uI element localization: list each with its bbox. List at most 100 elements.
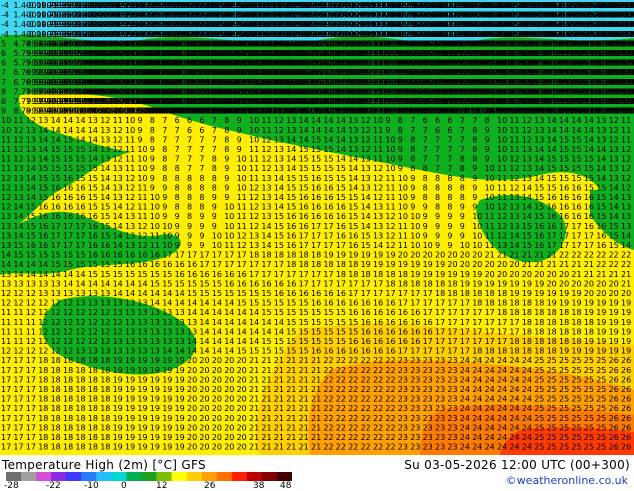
grid-temperature-value: 19 <box>609 337 619 346</box>
grid-temperature-value: 24 <box>509 375 519 384</box>
grid-temperature-value: 9 <box>162 193 167 202</box>
grid-temperature-value: 10 <box>485 164 495 173</box>
grid-temperature-value: 6 <box>175 116 180 125</box>
grid-temperature-value: 19 <box>125 404 135 413</box>
grid-temperature-value: 18 <box>534 337 544 346</box>
grid-temperature-value: 18 <box>100 385 110 394</box>
grid-temperature-value: 9 <box>212 193 217 202</box>
grid-temperature-value: 15 <box>323 155 333 164</box>
grid-temperature-value: 21 <box>249 414 259 423</box>
grid-temperature-value: 13 <box>596 126 606 135</box>
grid-temperature-value: 14 <box>522 183 532 192</box>
grid-temperature-value: 24 <box>497 366 507 375</box>
grid-temperature-value: 8.999999999996362 <box>621 78 634 87</box>
grid-temperature-value: 9 <box>460 222 465 231</box>
grid-temperature-value: 23 <box>435 414 445 423</box>
forecast-datetime: Su 03-05-2026 12:00 UTC (00+300) <box>404 458 630 472</box>
grid-temperature-value: 11 <box>1 145 11 154</box>
grid-temperature-value: 13 <box>522 145 532 154</box>
grid-temperature-value: 25 <box>584 443 594 452</box>
grid-temperature-value: 17 <box>13 443 23 452</box>
grid-temperature-value: 16 <box>385 347 395 356</box>
grid-temperature-value: 13 <box>621 203 631 212</box>
grid-temperature-value: 15 <box>88 174 98 183</box>
grid-temperature-value: 14 <box>162 289 172 298</box>
grid-temperature-value: 13 <box>609 155 619 164</box>
grid-temperature-value: 12 <box>1 299 11 308</box>
grid-temperature-value: 9 <box>311 87 316 96</box>
grid-temperature-value: 14 <box>199 347 209 356</box>
grid-temperature-value: 8 <box>398 116 403 125</box>
grid-temperature-value: 22 <box>361 414 371 423</box>
grid-temperature-value: 16 <box>125 260 135 269</box>
grid-temperature-value: 19 <box>361 251 371 260</box>
grid-temperature-value: 16 <box>348 337 358 346</box>
grid-temperature-value: 12 <box>13 135 23 144</box>
grid-temperature-value: 18 <box>348 260 358 269</box>
grid-temperature-value: 9 <box>447 222 452 231</box>
grid-temperature-value: 12 <box>88 308 98 317</box>
grid-temperature-value: 10 <box>410 212 420 221</box>
grid-temperature-value: 18 <box>534 347 544 356</box>
grid-temperature-value: 17 <box>175 251 185 260</box>
grid-temperature-value: 16 <box>385 308 395 317</box>
grid-temperature-value: 22 <box>348 356 358 365</box>
grid-temperature-value: 19 <box>150 385 160 394</box>
grid-temperature-value: 17 <box>286 270 296 279</box>
grid-temperature-value: 20 <box>212 366 222 375</box>
grid-temperature-value: 9 <box>435 212 440 221</box>
grid-temperature-value: 18 <box>38 375 48 384</box>
grid-temperature-value: 16 <box>559 193 569 202</box>
grid-temperature-value: 17 <box>299 241 309 250</box>
grid-temperature-value: 25 <box>547 433 557 442</box>
grid-temperature-value: 16 <box>596 222 606 231</box>
grid-temperature-value: 7 <box>199 164 204 173</box>
grid-temperature-value: 18 <box>100 366 110 375</box>
grid-temperature-value: 8 <box>224 135 229 144</box>
grid-temperature-value: 7 <box>447 145 452 154</box>
grid-temperature-value: 10 <box>497 116 507 125</box>
grid-temperature-value: 14 <box>113 241 123 250</box>
grid-temperature-value: 6 <box>63 68 68 77</box>
grid-temperature-value: 17 <box>323 241 333 250</box>
grid-temperature-value: 12 <box>621 155 631 164</box>
map-canvas: -4 1.4000000000000004-0.1999999999999993-… <box>0 0 634 455</box>
grid-temperature-value: 10 <box>497 155 507 164</box>
grid-temperature-value: 14 <box>13 270 23 279</box>
grid-temperature-value: 19 <box>584 337 594 346</box>
grid-temperature-value: 9 <box>447 241 452 250</box>
grid-temperature-value: 12 <box>137 222 147 231</box>
credit-link[interactable]: ©weatheronline.co.uk <box>506 474 628 487</box>
grid-temperature-value: 25 <box>584 356 594 365</box>
grid-temperature-value: 20 <box>199 443 209 452</box>
grid-temperature-value: 18 <box>88 375 98 384</box>
grid-temperature-value: 16 <box>299 289 309 298</box>
grid-temperature-value: 14 <box>13 231 23 240</box>
grid-temperature-value: 22 <box>336 385 346 394</box>
grid-temperature-value: 18 <box>100 433 110 442</box>
grid-temperature-value: 11 <box>249 145 259 154</box>
grid-temperature-value: 14 <box>361 212 371 221</box>
grid-temperature-value: 20 <box>224 433 234 442</box>
grid-temperature-value: 19 <box>547 299 557 308</box>
grid-temperature-value: 19 <box>534 289 544 298</box>
grid-temperature-value: 15 <box>323 327 333 336</box>
grid-temperature-value: 13 <box>113 164 123 173</box>
grid-temperature-value: 10 <box>472 241 482 250</box>
grid-temperature-value: 15 <box>100 212 110 221</box>
grid-temperature-value: 16 <box>423 327 433 336</box>
grid-temperature-value: 8 <box>175 193 180 202</box>
grid-temperature-value: 19 <box>162 356 172 365</box>
grid-temperature-value: 11 <box>1 164 11 173</box>
grid-temperature-value: 14 <box>361 203 371 212</box>
grid-temperature-value: 18 <box>75 414 85 423</box>
grid-temperature-value: 15 <box>249 347 259 356</box>
grid-temperature-value: 21 <box>621 279 631 288</box>
grid-temperature-value: 8 <box>162 174 167 183</box>
grid-temperature-value: 21 <box>261 385 271 394</box>
grid-temperature-value: 9 <box>460 212 465 221</box>
grid-temperature-value: 12 <box>13 155 23 164</box>
grid-temperature-value: 19 <box>534 279 544 288</box>
grid-temperature-value: 23 <box>447 375 457 384</box>
grid-temperature-value: 19 <box>460 279 470 288</box>
